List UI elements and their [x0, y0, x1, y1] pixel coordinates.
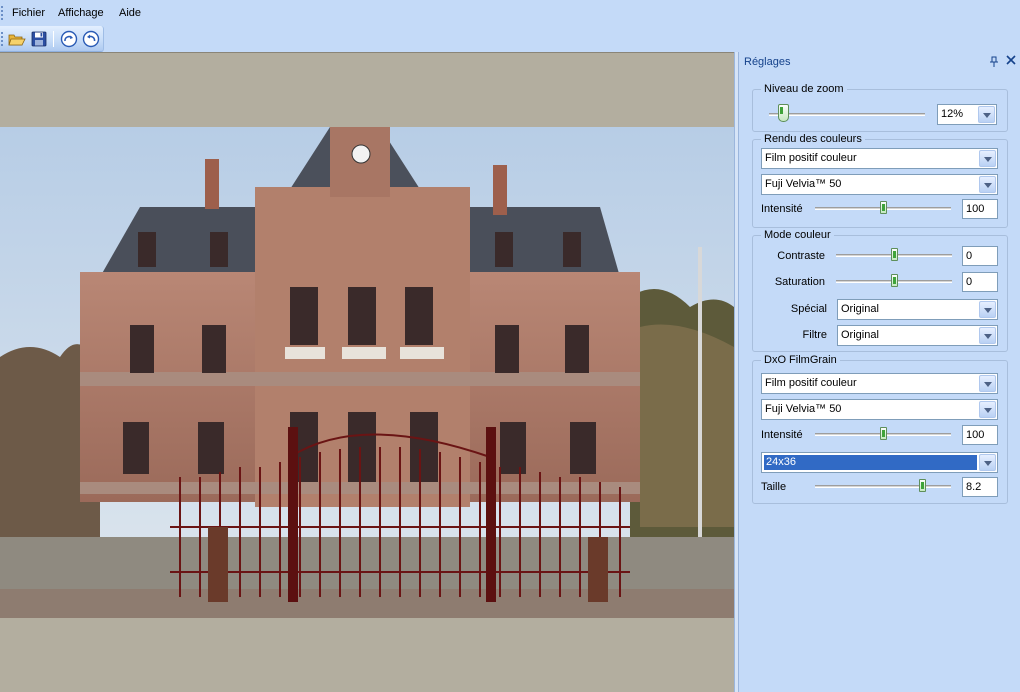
chevron-down-icon[interactable]	[979, 150, 996, 167]
panel-title: Réglages	[744, 56, 791, 68]
grain-size-input[interactable]: 8.2	[962, 477, 998, 497]
filter-select[interactable]: Original	[837, 325, 998, 346]
film-grain-intensity-value: 100	[966, 429, 985, 441]
film-format-select[interactable]: 24x36	[761, 452, 998, 473]
chevron-down-icon[interactable]	[979, 454, 996, 471]
grain-size-value: 8.2	[966, 481, 982, 493]
color-rendering-intensity-slider[interactable]	[815, 198, 951, 218]
film-grain-intensity-slider[interactable]	[815, 424, 951, 444]
close-icon[interactable]	[1005, 54, 1017, 68]
menu-fichier[interactable]: Fichier	[12, 7, 45, 19]
special-select[interactable]: Original	[837, 299, 998, 320]
color-rendering-group-title: Rendu des couleurs	[761, 133, 865, 145]
slider-thumb[interactable]	[891, 248, 898, 261]
grain-size-label: Taille	[761, 481, 787, 493]
chevron-down-icon[interactable]	[979, 327, 996, 344]
color-rendering-intensity-label: Intensité	[761, 203, 803, 215]
filter-value: Original	[841, 329, 879, 341]
town-hall-photo	[0, 127, 734, 618]
toolbar-separator	[53, 31, 54, 47]
film-grain-film-select[interactable]: Fuji Velvia™ 50	[761, 399, 998, 420]
slider-thumb[interactable]	[891, 274, 898, 287]
toolbar	[0, 26, 104, 52]
slider-thumb[interactable]	[919, 479, 926, 492]
color-mode-group: Mode couleur Contraste 0 Saturation 0 Sp…	[752, 229, 1008, 352]
zoom-slider-thumb[interactable]	[778, 104, 789, 122]
film-grain-category-value: Film positif couleur	[765, 377, 857, 389]
redo-icon[interactable]	[60, 30, 78, 48]
zoom-level-value: 12%	[941, 108, 964, 120]
zoom-group: Niveau de zoom 12%	[752, 83, 1008, 132]
menu-aide[interactable]: Aide	[119, 7, 141, 19]
zoom-slider-track	[769, 113, 925, 116]
color-rendering-film-select[interactable]: Fuji Velvia™ 50	[761, 174, 998, 195]
photo-preview[interactable]	[0, 127, 734, 618]
image-viewer[interactable]	[0, 52, 734, 692]
film-grain-intensity-input[interactable]: 100	[962, 425, 998, 445]
film-grain-group-title: DxO FilmGrain	[761, 354, 840, 366]
contrast-slider[interactable]	[836, 245, 952, 265]
color-rendering-film-value: Fuji Velvia™ 50	[765, 178, 842, 190]
chevron-down-icon[interactable]	[979, 301, 996, 318]
grain-size-slider[interactable]	[815, 476, 951, 496]
zoom-slider[interactable]	[769, 104, 925, 124]
film-format-value: 24x36	[764, 455, 977, 470]
contrast-input[interactable]: 0	[962, 246, 998, 266]
menu-bar: Fichier Affichage Aide	[0, 0, 1020, 26]
undo-icon[interactable]	[82, 30, 100, 48]
zoom-group-title: Niveau de zoom	[761, 83, 847, 95]
chevron-down-icon[interactable]	[979, 176, 996, 193]
color-mode-group-title: Mode couleur	[761, 229, 834, 241]
slider-thumb[interactable]	[880, 201, 887, 214]
special-label: Spécial	[790, 303, 827, 315]
color-rendering-group: Rendu des couleurs Film positif couleur …	[752, 133, 1008, 228]
saturation-input[interactable]: 0	[962, 272, 998, 292]
zoom-level-select[interactable]: 12%	[937, 104, 997, 125]
film-grain-category-select[interactable]: Film positif couleur	[761, 373, 998, 394]
slider-track	[815, 485, 951, 488]
film-grain-group: DxO FilmGrain Film positif couleur Fuji …	[752, 354, 1008, 504]
color-rendering-category-select[interactable]: Film positif couleur	[761, 148, 998, 169]
chevron-down-icon[interactable]	[979, 401, 996, 418]
film-grain-film-value: Fuji Velvia™ 50	[765, 403, 842, 415]
saturation-slider[interactable]	[836, 271, 952, 291]
pin-icon[interactable]	[989, 56, 999, 68]
filter-label: Filtre	[802, 329, 827, 341]
menu-affichage[interactable]: Affichage	[58, 7, 104, 19]
contrast-label: Contraste	[777, 250, 825, 262]
film-grain-intensity-label: Intensité	[761, 429, 803, 441]
special-value: Original	[841, 303, 879, 315]
chevron-down-icon[interactable]	[979, 375, 996, 392]
toolbar-grip[interactable]	[1, 32, 3, 46]
menu-grip[interactable]	[1, 6, 3, 20]
slider-thumb[interactable]	[880, 427, 887, 440]
contrast-value: 0	[966, 250, 973, 262]
color-rendering-intensity-value: 100	[966, 203, 985, 215]
saturation-label: Saturation	[774, 276, 825, 288]
save-icon[interactable]	[30, 30, 48, 48]
open-folder-icon[interactable]	[8, 30, 26, 48]
color-rendering-intensity-input[interactable]: 100	[962, 199, 998, 219]
saturation-value: 0	[966, 276, 973, 288]
settings-panel: Réglages Niveau de zoom 12% Rendu des co…	[738, 52, 1020, 692]
chevron-down-icon[interactable]	[978, 106, 995, 123]
color-rendering-category-value: Film positif couleur	[765, 152, 857, 164]
